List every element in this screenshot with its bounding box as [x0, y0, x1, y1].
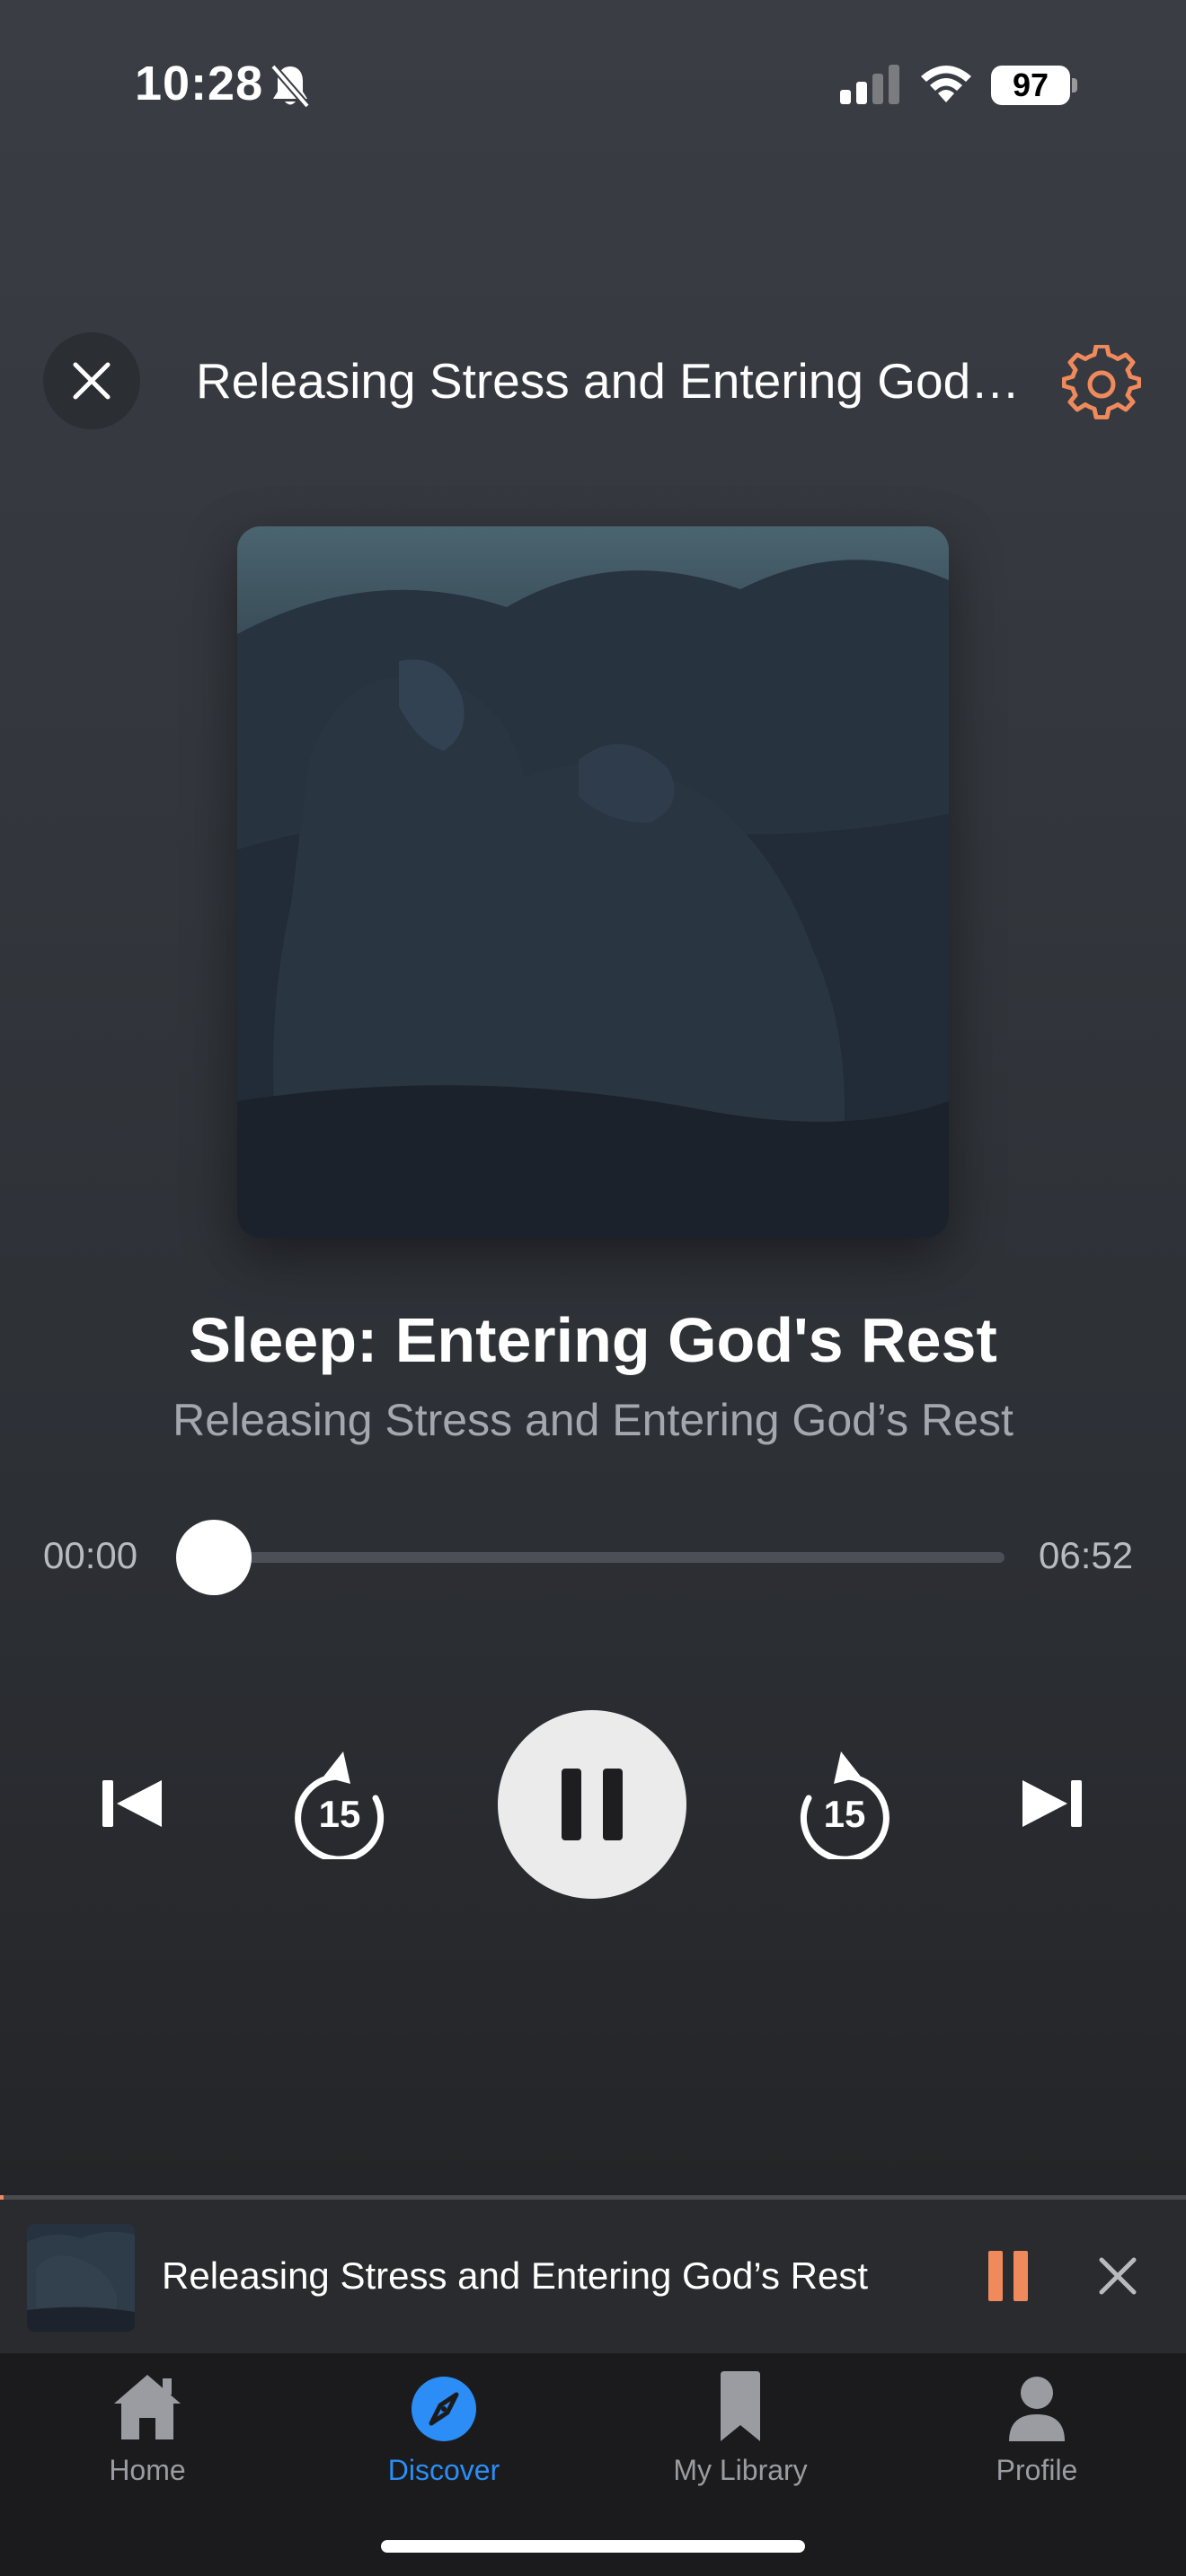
- settings-button[interactable]: [1061, 344, 1142, 428]
- album-artwork: [237, 526, 949, 1238]
- progress-track[interactable]: [214, 1552, 1005, 1563]
- skip-next-icon: [1022, 1780, 1082, 1827]
- bell-slash-icon: [270, 63, 311, 114]
- forward-label: 15: [823, 1793, 866, 1835]
- mini-progress-track: [0, 2195, 1186, 2200]
- person-icon: [1009, 2377, 1065, 2441]
- mini-player-title: Releasing Stress and Entering God’s Rest: [162, 2254, 868, 2297]
- home-indicator[interactable]: [381, 2540, 805, 2553]
- header-title: Releasing Stress and Entering God's Rest: [196, 353, 1022, 409]
- gear-icon: [1061, 344, 1142, 419]
- pause-icon: [562, 1769, 623, 1840]
- progress-thumb[interactable]: [176, 1520, 252, 1595]
- battery-icon: 97: [991, 66, 1070, 105]
- rewind-15-button[interactable]: 15: [288, 1748, 392, 1859]
- mini-close-button[interactable]: [1094, 2253, 1141, 2299]
- pause-icon: [988, 2251, 1028, 2301]
- previous-track-button[interactable]: [90, 1760, 176, 1847]
- mini-artwork: [27, 2224, 135, 2332]
- status-time: 10:28: [135, 57, 264, 110]
- close-player-button[interactable]: [43, 332, 140, 429]
- track-subtitle: Releasing Stress and Entering God’s Rest: [173, 1395, 1013, 1445]
- tab-my-library[interactable]: My Library: [642, 2362, 839, 2487]
- tab-profile-label: Profile: [996, 2454, 1078, 2486]
- home-icon: [114, 2375, 181, 2439]
- tab-home[interactable]: Home: [49, 2362, 246, 2487]
- compass-icon: [412, 2377, 476, 2441]
- duration-time: 06:52: [1039, 1534, 1134, 1576]
- wifi-icon: [918, 61, 974, 109]
- forward-15-button[interactable]: 15: [792, 1748, 897, 1859]
- tab-home-label: Home: [109, 2454, 186, 2486]
- mini-progress-fill: [0, 2195, 4, 2200]
- skip-previous-icon: [102, 1780, 162, 1827]
- cellular-signal-icon: [840, 65, 901, 109]
- tab-discover[interactable]: Discover: [345, 2362, 543, 2487]
- close-icon: [1099, 2257, 1137, 2295]
- tab-discover-label: Discover: [387, 2454, 500, 2486]
- rewind-label: 15: [318, 1793, 361, 1835]
- tab-profile[interactable]: Profile: [938, 2362, 1136, 2487]
- track-title: Sleep: Entering God's Rest: [189, 1305, 997, 1375]
- tab-my-library-label: My Library: [673, 2454, 808, 2486]
- elapsed-time: 00:00: [43, 1534, 138, 1576]
- next-track-button[interactable]: [1008, 1760, 1094, 1847]
- battery-nub: [1072, 78, 1077, 93]
- bookmark-icon: [721, 2371, 760, 2441]
- mini-pause-button[interactable]: [987, 2249, 1030, 2303]
- close-icon: [73, 362, 111, 400]
- pause-button[interactable]: [498, 1710, 686, 1899]
